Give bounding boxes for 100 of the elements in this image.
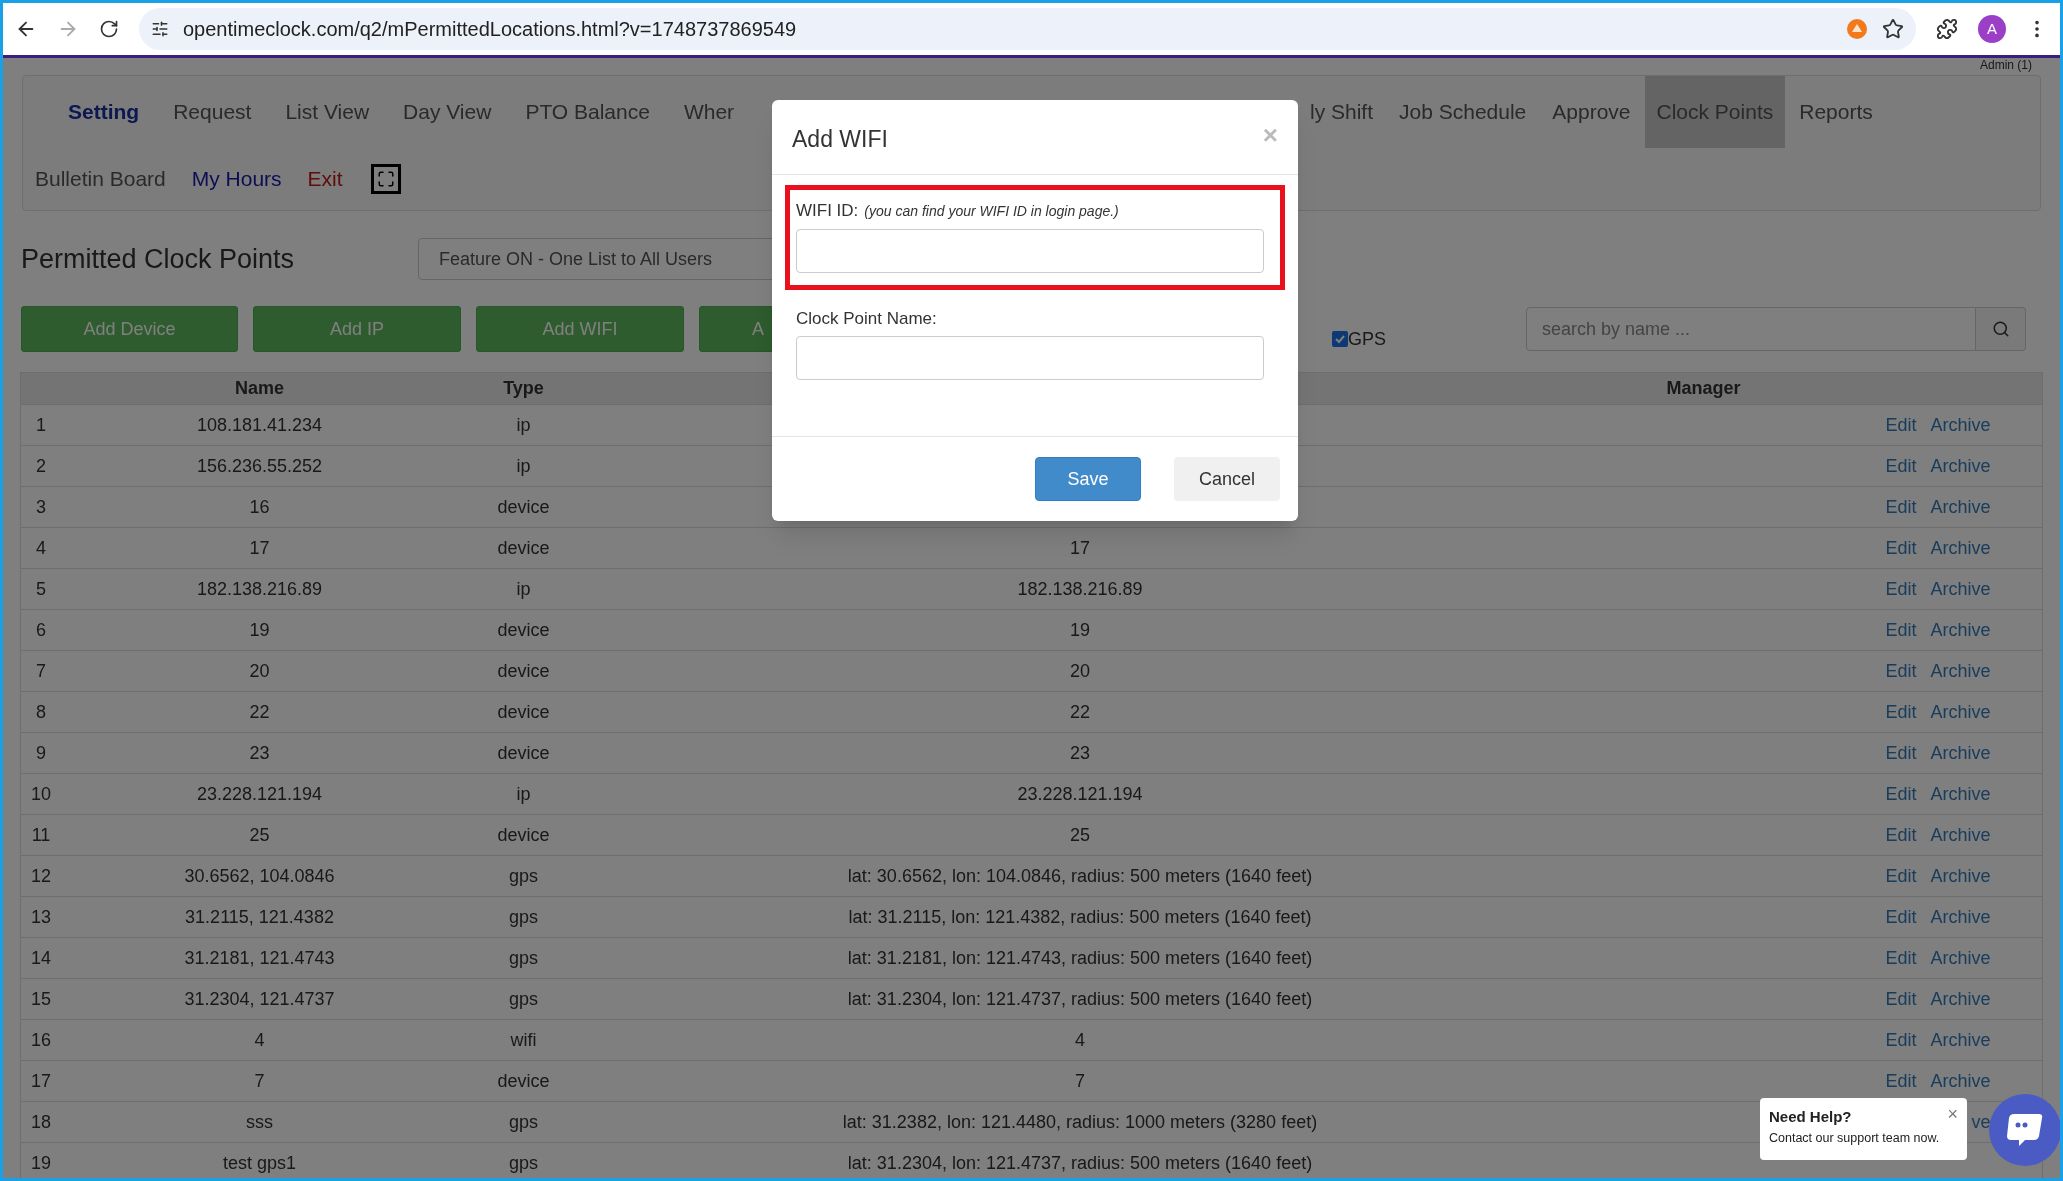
account-label: Admin (1) <box>1980 58 2032 72</box>
archive-link[interactable]: Archive <box>1930 578 1991 599</box>
table-cell-text: lat: 30.6562, lon: 104.0846, radius: 500 meters (1640 feet) <box>846 864 1314 888</box>
nav-link[interactable]: List View <box>273 76 382 148</box>
reload-icon[interactable] <box>99 19 119 39</box>
close-button[interactable]: × <box>1947 1106 1958 1122</box>
archive-link[interactable]: Archive <box>1930 1029 1991 1050</box>
gps-checkbox[interactable] <box>1332 331 1348 347</box>
table-cell-text: 156.236.55.252 <box>195 454 324 478</box>
edit-link[interactable]: Edit <box>1885 578 1917 599</box>
column-header: Manager <box>1665 377 1742 400</box>
table-cell-text: 31.2181, 121.4743 <box>183 946 336 970</box>
search-field[interactable]: search by name ... <box>1526 307 1976 351</box>
column-header: Name <box>234 377 285 400</box>
page-title: Permitted Clock Points <box>21 242 296 276</box>
table-cell-text: lat: 31.2304, lon: 121.4737, radius: 500 meters (1640 feet) <box>846 987 1314 1011</box>
help-text: Contact our support team now. <box>1769 1129 1941 1147</box>
nav-link[interactable]: Day View <box>391 76 504 148</box>
archive-link[interactable]: Archive <box>1930 947 1991 968</box>
archive-link[interactable]: Archive <box>1930 414 1991 435</box>
archive-link[interactable]: Archive <box>1930 783 1991 804</box>
wifi-id-field[interactable] <box>796 228 1264 273</box>
table-cell-text: 25 <box>248 823 271 847</box>
archive-link[interactable]: Archive <box>1930 537 1991 558</box>
table-cell-text: 25 <box>1069 823 1091 847</box>
archive-link[interactable]: Archive <box>1930 988 1991 1009</box>
cancel-button[interactable]: Cancel <box>1174 457 1280 501</box>
column-header: Type <box>502 377 545 400</box>
edit-link[interactable]: Edit <box>1885 865 1917 886</box>
nav-link[interactable]: Approve <box>1540 76 1643 148</box>
edit-link[interactable]: Edit <box>1885 619 1917 640</box>
add-button[interactable]: Add IP <box>253 306 461 352</box>
nav-link[interactable]: Request <box>161 76 264 148</box>
save-button[interactable]: Save <box>1035 457 1141 501</box>
table-cell-text: lat: 31.2304, lon: 121.4737, radius: 500 meters (1640 feet) <box>846 1151 1314 1175</box>
edit-link[interactable]: Edit <box>1885 496 1917 517</box>
archive-link[interactable]: Archive <box>1930 742 1991 763</box>
nav-link[interactable]: Exit <box>295 148 355 210</box>
archive-link[interactable]: ve <box>1971 1111 1991 1132</box>
edit-link[interactable]: Edit <box>1885 947 1917 968</box>
edit-link[interactable]: Edit <box>1885 988 1917 1009</box>
archive-link[interactable]: Archive <box>1930 496 1991 517</box>
nav-link[interactable]: Job Schedule <box>1387 76 1539 148</box>
table-cell-text: ip <box>515 782 532 806</box>
row-number: 3 <box>35 495 47 519</box>
table-cell-text: gps <box>508 864 539 888</box>
table-cell-text: device <box>496 618 551 642</box>
close-button[interactable]: × <box>1262 122 1278 148</box>
fullscreen-button[interactable] <box>370 164 401 194</box>
add-button[interactable]: Add WIFI <box>476 306 684 352</box>
edit-link[interactable]: Edit <box>1885 742 1917 763</box>
archive-link[interactable]: Archive <box>1930 1070 1991 1091</box>
row-number: 13 <box>30 905 52 929</box>
edit-link[interactable]: Edit <box>1885 1070 1917 1091</box>
bookmark-star-icon[interactable] <box>1882 18 1904 40</box>
archive-link[interactable]: Archive <box>1930 455 1991 476</box>
row-number: 16 <box>30 1028 52 1052</box>
table-cell-text: 23.228.121.194 <box>195 782 324 806</box>
archive-link[interactable]: Archive <box>1930 619 1991 640</box>
profile-avatar[interactable]: A <box>1978 15 2006 43</box>
edit-link[interactable]: Edit <box>1885 824 1917 845</box>
nav-link[interactable]: Wher <box>671 76 747 148</box>
edit-link[interactable]: Edit <box>1885 1029 1917 1050</box>
nav-link[interactable]: Setting <box>56 76 152 148</box>
nav-link[interactable]: Bulletin Board <box>23 148 178 210</box>
table-cell-text: 23.228.121.194 <box>1016 782 1144 806</box>
table-cell-text: sss <box>245 1110 274 1134</box>
row-number: 18 <box>30 1110 52 1134</box>
edit-link[interactable]: Edit <box>1885 906 1917 927</box>
edit-link[interactable]: Edit <box>1885 537 1917 558</box>
table-cell-text: ip <box>515 577 532 601</box>
edit-link[interactable]: Edit <box>1885 455 1917 476</box>
archive-link[interactable]: Archive <box>1930 824 1991 845</box>
edit-link[interactable]: Edit <box>1885 414 1917 435</box>
field-label: Clock Point Name: <box>796 307 938 330</box>
nav-link[interactable]: My Hours <box>179 148 294 210</box>
nav-link[interactable]: Reports <box>1787 76 1885 148</box>
table-cell-text: 23 <box>248 741 271 765</box>
nav-link[interactable]: PTO Balance <box>513 76 662 148</box>
table-cell-text: device <box>496 536 551 560</box>
extensions-icon[interactable] <box>1936 18 1958 40</box>
fullscreen-icon <box>376 170 395 188</box>
table-cell-text: 4 <box>1074 1028 1086 1052</box>
chat-bubble-icon[interactable] <box>1989 1094 2060 1166</box>
archive-link[interactable]: Archive <box>1930 906 1991 927</box>
address-bar[interactable]: opentimeclock.com/q2/mPermittedLocations.html?v=1748737869549 <box>139 8 1916 50</box>
archive-link[interactable]: Archive <box>1930 660 1991 681</box>
nav-link[interactable]: ly Shift <box>1298 76 1386 148</box>
edit-link[interactable]: Edit <box>1885 701 1917 722</box>
archive-link[interactable]: Archive <box>1930 865 1991 886</box>
add-button[interactable]: Add Device <box>21 306 238 352</box>
search-button[interactable] <box>1976 307 2026 351</box>
archive-link[interactable]: Archive <box>1930 701 1991 722</box>
nav-link[interactable]: Clock Points <box>1644 76 1786 148</box>
edit-link[interactable]: Edit <box>1885 660 1917 681</box>
row-number: 6 <box>35 618 47 642</box>
site-settings-icon[interactable] <box>151 20 169 38</box>
table-cell-text: lat: 31.2115, lon: 121.4382, radius: 500 meters (1640 feet) <box>847 905 1313 929</box>
edit-link[interactable]: Edit <box>1885 783 1917 804</box>
clock-point-name-field[interactable] <box>796 336 1264 380</box>
